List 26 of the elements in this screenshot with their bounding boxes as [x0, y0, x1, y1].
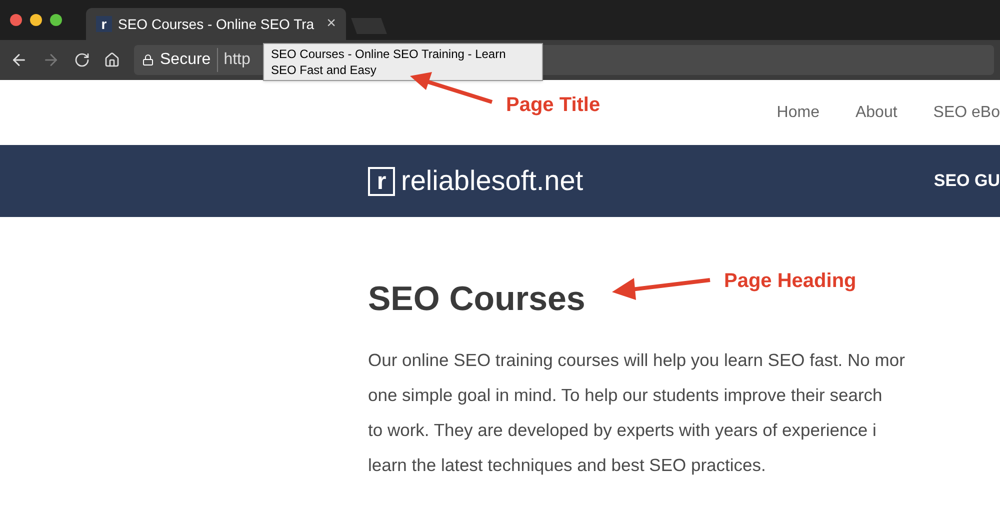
secure-label: Secure — [160, 48, 218, 72]
url-text: http — [224, 50, 250, 70]
nav-link[interactable]: About — [855, 100, 898, 124]
banner-menu-item[interactable]: SEO GU — [934, 168, 1000, 194]
tab-title: SEO Courses - Online SEO Tra — [118, 14, 314, 34]
minimize-window-icon[interactable] — [30, 14, 42, 26]
nav-link[interactable]: Home — [776, 100, 820, 124]
forward-icon[interactable] — [42, 51, 60, 69]
close-window-icon[interactable] — [10, 14, 22, 26]
annotation-label: Page Title — [506, 93, 600, 118]
logo-mark: r — [368, 166, 395, 196]
browser-tab[interactable]: r SEO Courses - Online SEO Tra × — [86, 8, 346, 40]
page-heading: SEO Courses — [368, 279, 586, 320]
annotation-label: Page Heading — [724, 269, 856, 294]
tab-close-button[interactable]: × — [326, 12, 336, 36]
tooltip-line: SEO Courses - Online SEO Training - Learn — [271, 46, 507, 62]
maximize-window-icon[interactable] — [50, 14, 62, 26]
intro-paragraph: Our online SEO training courses will help you learn SEO fast. No mor one simple goal in mind. To help our students improve their search to work. They are developed by experts with years of experience i learn the latest techniques and best SEO practices. — [368, 349, 906, 477]
home-icon[interactable] — [104, 52, 120, 68]
logo-text: reliablesoft.net — [401, 164, 584, 198]
tooltip-line: SEO Fast and Easy — [271, 62, 378, 78]
nav-link[interactable]: SEO eBo — [933, 100, 1000, 124]
favicon: r — [96, 16, 112, 32]
reload-icon[interactable] — [74, 52, 90, 68]
lock-icon — [142, 54, 154, 66]
back-icon[interactable] — [10, 51, 28, 69]
